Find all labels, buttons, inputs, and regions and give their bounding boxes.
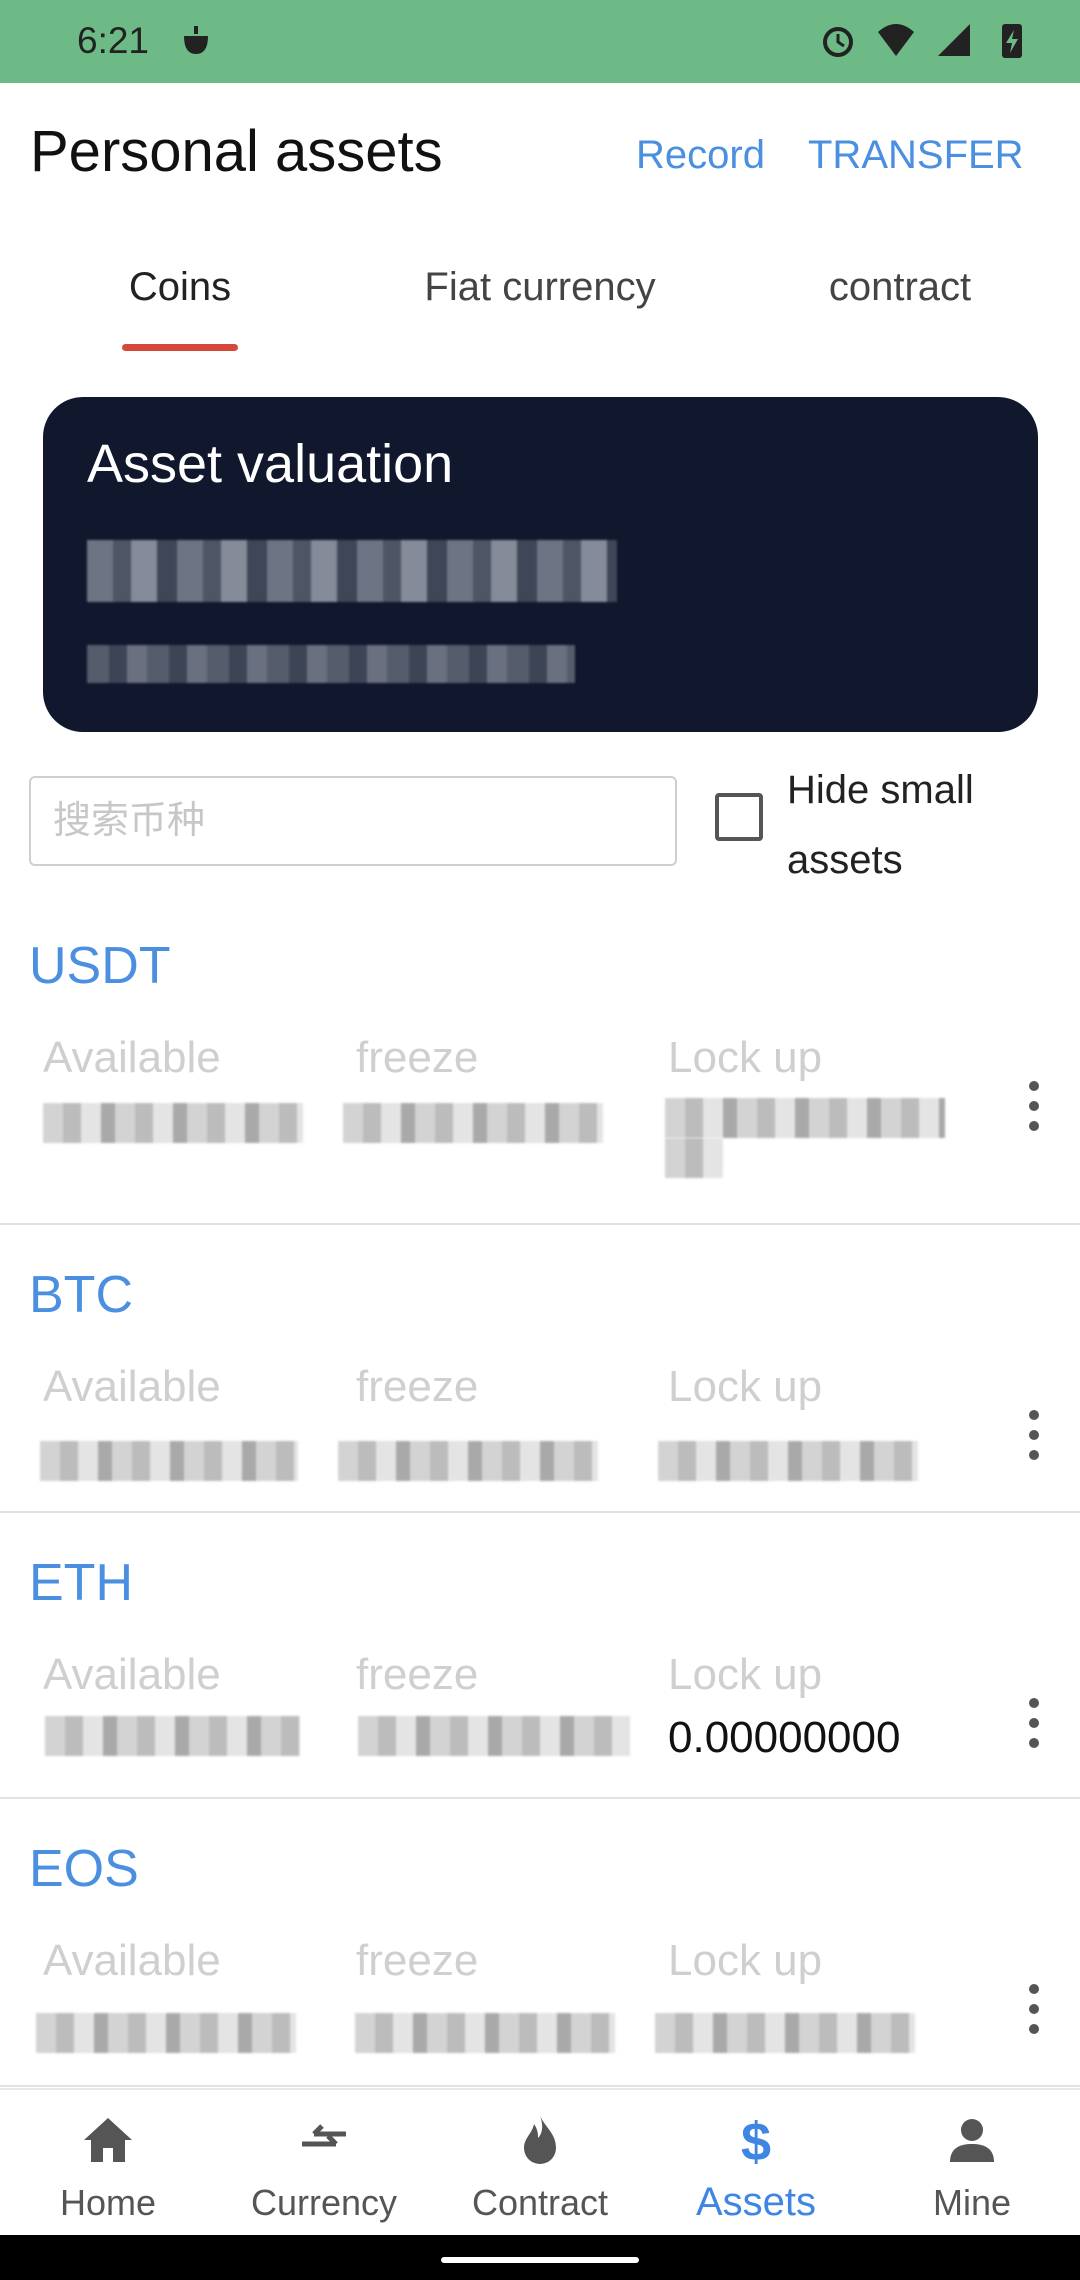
person-icon [950, 2119, 994, 2162]
status-time: 6:21 [77, 20, 150, 61]
freeze-label: freeze [356, 1936, 479, 1985]
tab-active-indicator [122, 344, 238, 351]
nav-contract-label: Contract [471, 2182, 609, 2223]
asset-name[interactable]: BTC [29, 1265, 133, 1325]
wifi-icon [878, 24, 914, 56]
valuation-amount-redacted [87, 540, 617, 602]
nav-currency[interactable]: Currency [216, 2090, 432, 2237]
valuation-fiat-redacted [87, 645, 575, 683]
gesture-bar [0, 2235, 1080, 2280]
asset-tabs: Coins Fiat currency contract [0, 250, 1080, 355]
record-link[interactable]: Record [636, 133, 765, 178]
nav-home-label: Home [59, 2182, 157, 2223]
dollar-icon: $ [741, 2112, 771, 2168]
alarm-icon [823, 27, 853, 57]
status-bar: 6:21 [0, 0, 1080, 83]
svg-text:$: $ [741, 2112, 771, 2168]
hide-small-assets-checkbox[interactable] [715, 793, 763, 841]
coin-search-input[interactable] [29, 776, 677, 866]
asset-row-btc: BTC Available freeze Lock up [0, 1225, 1080, 1513]
available-value-redacted [40, 1441, 298, 1481]
hide-small-assets-label[interactable]: Hide small assets [787, 755, 1017, 895]
nav-mine-label: Mine [932, 2182, 1012, 2223]
lockup-value: 0.00000000 [668, 1713, 901, 1762]
available-value-redacted [45, 1716, 300, 1756]
lockup-value-redacted-line2 [665, 1138, 723, 1178]
available-label: Available [43, 1033, 221, 1082]
asset-name[interactable]: EOS [29, 1839, 139, 1899]
nav-currency-label: Currency [250, 2182, 398, 2223]
more-options-icon[interactable] [1020, 1698, 1048, 1748]
status-icons [818, 20, 1032, 60]
freeze-label: freeze [356, 1650, 479, 1699]
flame-icon [524, 2116, 556, 2164]
nav-contract[interactable]: Contract [432, 2090, 648, 2237]
header: Personal assets Record TRANSFER [0, 83, 1080, 223]
available-label: Available [43, 1362, 221, 1411]
asset-valuation-card: Asset valuation [43, 397, 1038, 732]
more-options-icon[interactable] [1020, 1984, 1048, 2034]
notification-app-icon [184, 26, 208, 54]
freeze-value-redacted [355, 2013, 615, 2053]
nav-mine[interactable]: Mine [864, 2090, 1080, 2237]
freeze-value-redacted [343, 1103, 603, 1143]
bottom-navigation: Home Currency Contract $ Assets Mine [0, 2088, 1080, 2237]
battery-charging-icon [1002, 24, 1022, 58]
available-label: Available [43, 1650, 221, 1699]
lockup-label: Lock up [668, 1936, 823, 1985]
home-icon [84, 2118, 132, 2162]
transfer-link[interactable]: TRANSFER [808, 133, 1024, 178]
freeze-label: freeze [356, 1033, 479, 1082]
tab-coins[interactable]: Coins [90, 265, 270, 310]
asset-row-eos: EOS Available freeze Lock up [0, 1799, 1080, 2087]
freeze-value-redacted [358, 1716, 630, 1756]
asset-name[interactable]: ETH [29, 1553, 133, 1613]
asset-row-eth: ETH Available freeze Lock up 0.00000000 [0, 1513, 1080, 1799]
signal-icon [938, 24, 970, 56]
lockup-value-redacted [665, 1098, 945, 1138]
lockup-label: Lock up [668, 1362, 823, 1411]
tab-contract[interactable]: contract [800, 265, 1000, 310]
nav-assets-label: Assets [695, 2180, 817, 2224]
lockup-value-redacted [655, 2013, 915, 2053]
available-label: Available [43, 1936, 221, 1985]
valuation-title: Asset valuation [87, 434, 454, 494]
lockup-label: Lock up [668, 1650, 823, 1699]
more-options-icon[interactable] [1020, 1081, 1048, 1131]
asset-name[interactable]: USDT [29, 936, 171, 996]
nav-home[interactable]: Home [0, 2090, 216, 2237]
lockup-value-redacted [658, 1441, 918, 1481]
more-options-icon[interactable] [1020, 1410, 1048, 1460]
available-value-redacted [36, 2013, 296, 2053]
nav-assets[interactable]: $ Assets [648, 2090, 864, 2237]
page-title: Personal assets [30, 119, 443, 184]
freeze-value-redacted [338, 1441, 598, 1481]
tab-fiat-currency[interactable]: Fiat currency [395, 265, 685, 310]
lockup-label: Lock up [668, 1033, 823, 1082]
exchange-arrows-icon [302, 2124, 346, 2147]
available-value-redacted [43, 1103, 303, 1143]
home-gesture-handle[interactable] [441, 2257, 639, 2263]
freeze-label: freeze [356, 1362, 479, 1411]
asset-row-usdt: USDT Available freeze Lock up [0, 918, 1080, 1225]
